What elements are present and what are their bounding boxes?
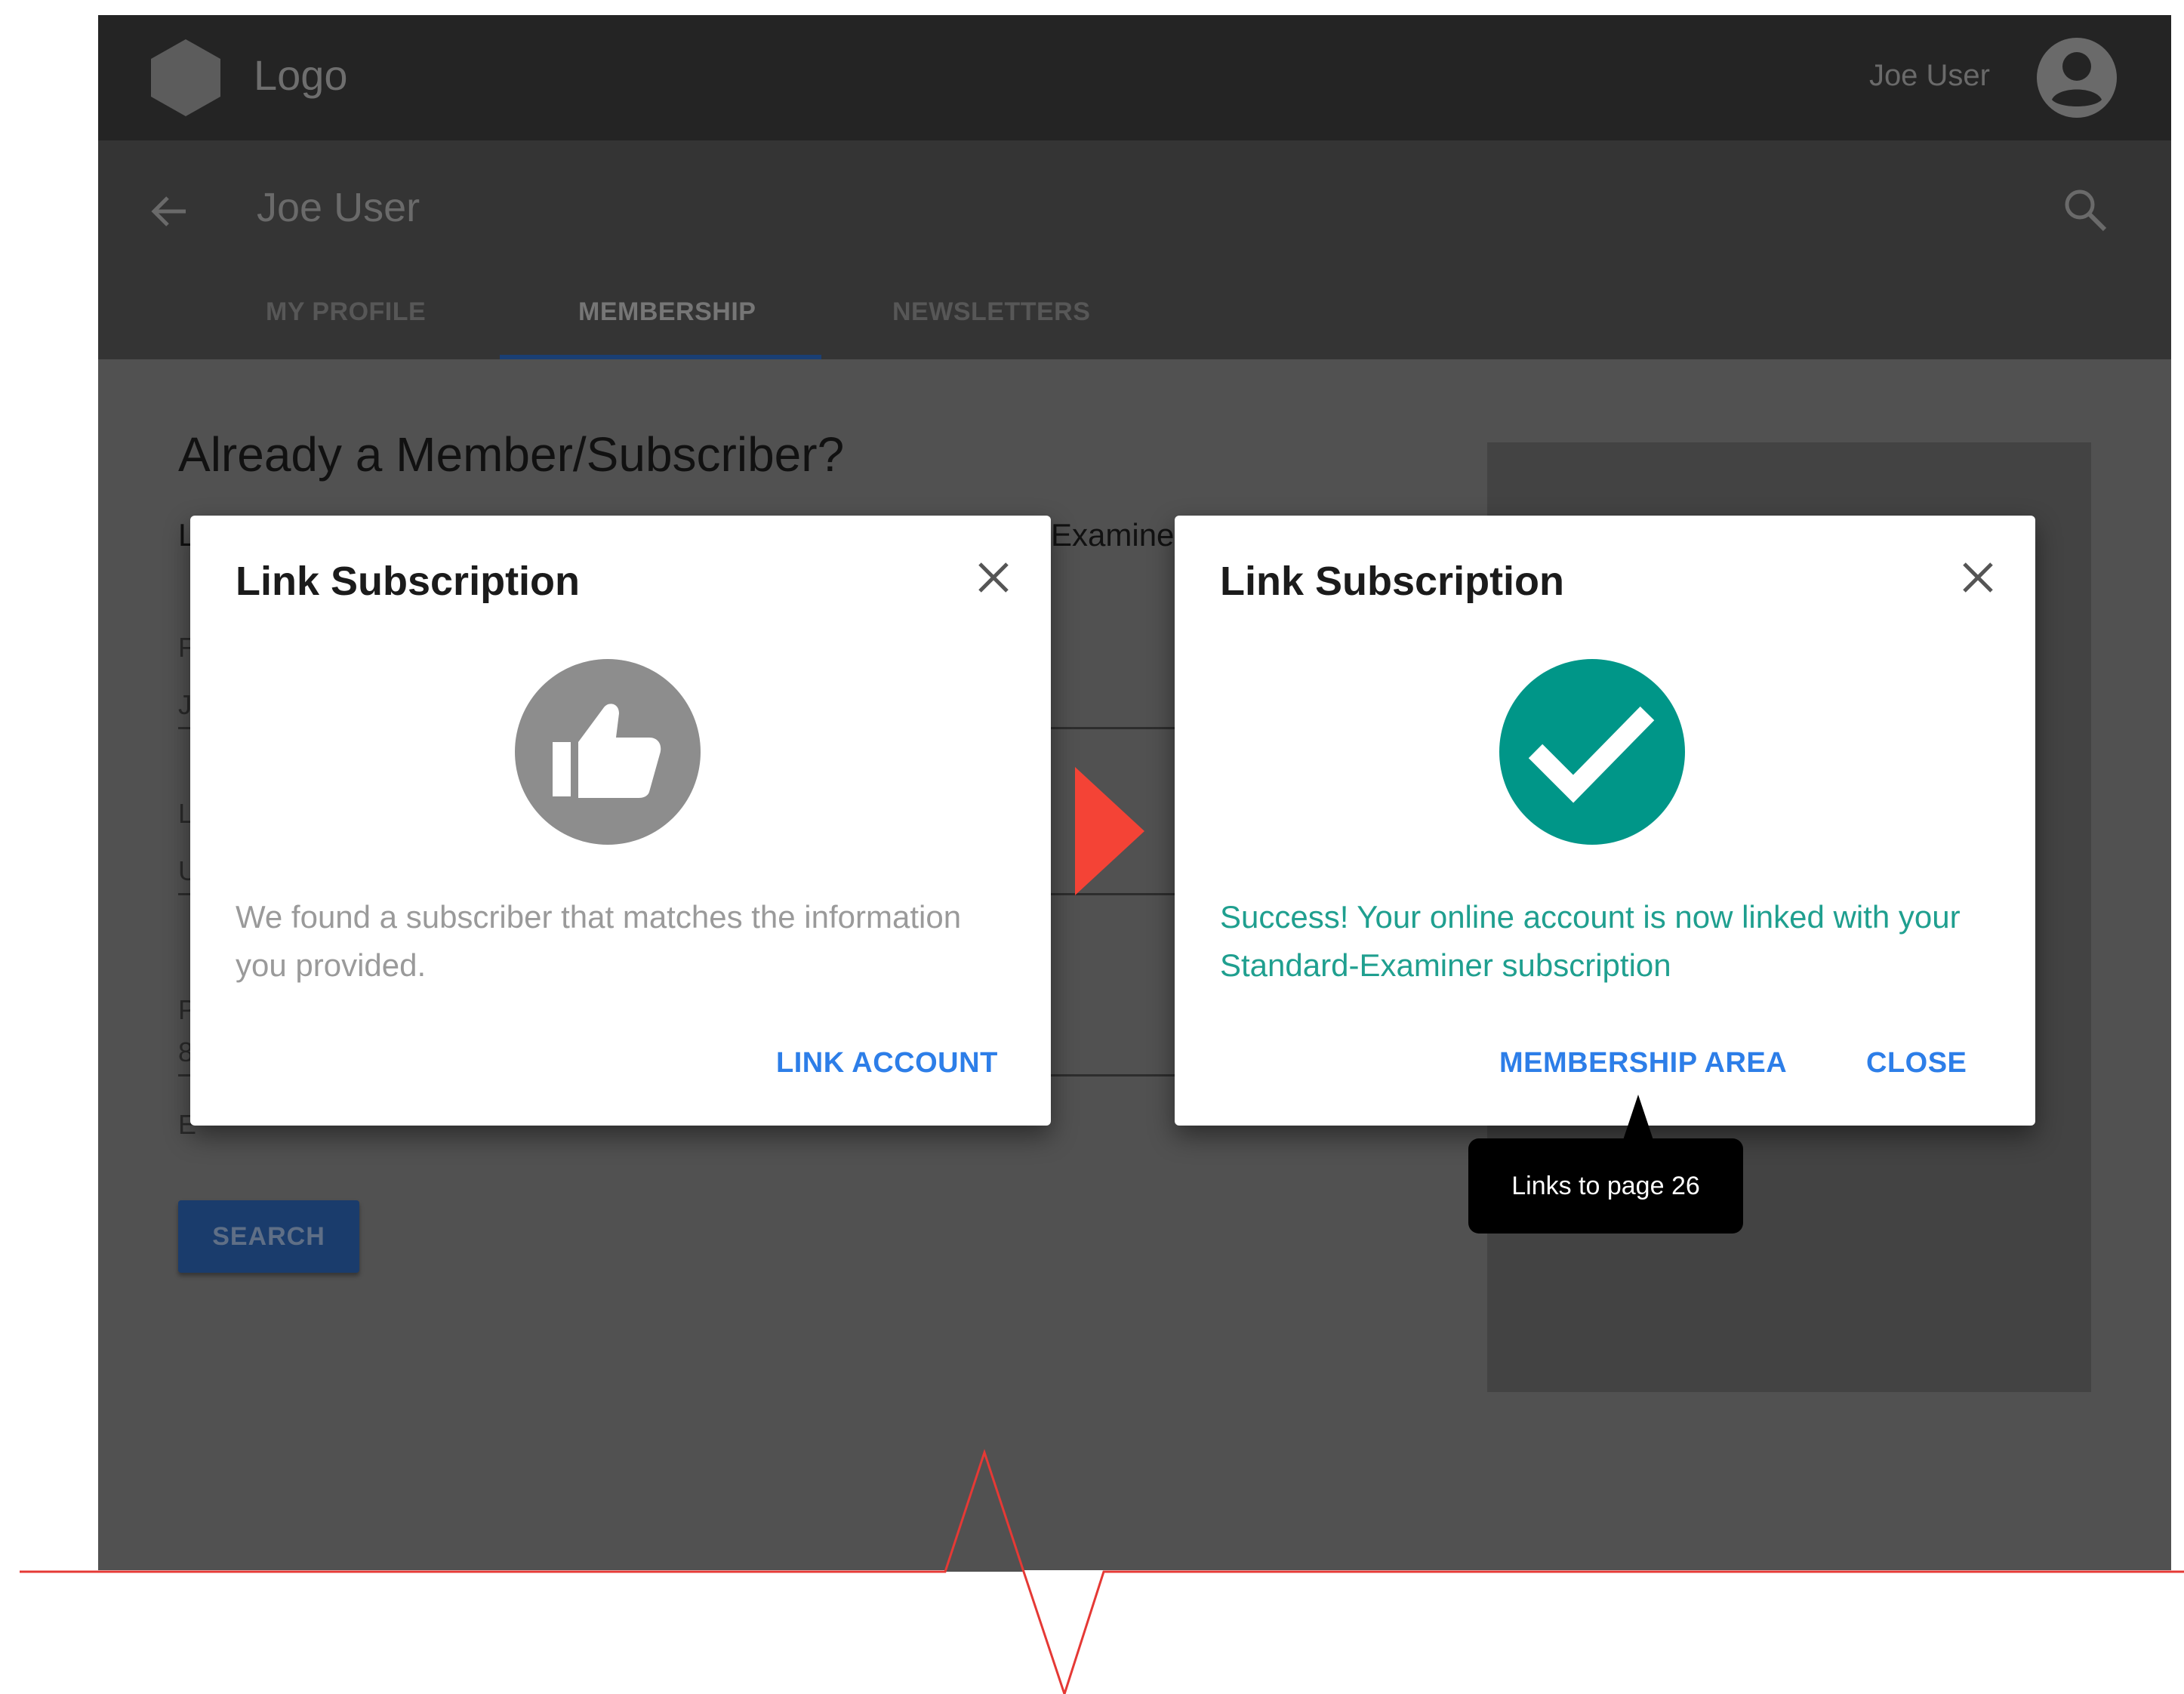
account-avatar-icon[interactable] <box>2035 36 2118 119</box>
top-app-bar: Logo Joe User <box>98 15 2171 140</box>
thumbs-up-icon <box>515 659 701 845</box>
link-subscription-dialog-found: Link Subscription We found a subscriber … <box>190 516 1051 1126</box>
dialog-title: Link Subscription <box>1220 559 1565 604</box>
section-heading: Already a Member/Subscriber? <box>178 427 845 482</box>
header-user-name: Joe User <box>1868 59 1990 92</box>
tooltip-pointer <box>1623 1095 1653 1140</box>
close-icon[interactable] <box>974 558 1013 597</box>
link-account-button[interactable]: LINK ACCOUNT <box>776 1049 998 1077</box>
success-message: Success! Your online account is now link… <box>1220 899 1961 983</box>
check-circle-icon <box>1499 659 1685 845</box>
close-icon[interactable] <box>1958 558 1998 597</box>
search-button[interactable]: SEARCH <box>178 1200 359 1273</box>
search-icon[interactable] <box>2061 186 2108 233</box>
dialog-title: Link Subscription <box>236 559 581 604</box>
tab-membership[interactable]: MEMBERSHIP <box>578 299 756 325</box>
link-subscription-dialog-success: Link Subscription Success! Your online a… <box>1175 516 2035 1126</box>
membership-area-button[interactable]: MEMBERSHIP AREA <box>1499 1049 1787 1077</box>
annotation-tooltip: Links to page 26 <box>1468 1138 1743 1234</box>
active-tab-indicator <box>500 355 821 359</box>
close-button[interactable]: CLOSE <box>1866 1049 1967 1077</box>
flow-arrow-icon <box>1075 767 1144 895</box>
dialog-message: We found a subscriber that matches the i… <box>236 899 962 983</box>
page-title: Joe User <box>257 185 420 230</box>
back-arrow-icon[interactable] <box>148 190 190 233</box>
tab-my-profile[interactable]: MY PROFILE <box>266 299 426 325</box>
logo-text[interactable]: Logo <box>254 54 348 97</box>
section-description-end: Examine <box>1051 517 1175 553</box>
page-header-bar: Joe User MY PROFILE MEMBERSHIP NEWSLETTE… <box>98 140 2171 359</box>
logo-hex-icon[interactable] <box>149 38 222 118</box>
tab-newsletters[interactable]: NEWSLETTERS <box>892 299 1090 325</box>
